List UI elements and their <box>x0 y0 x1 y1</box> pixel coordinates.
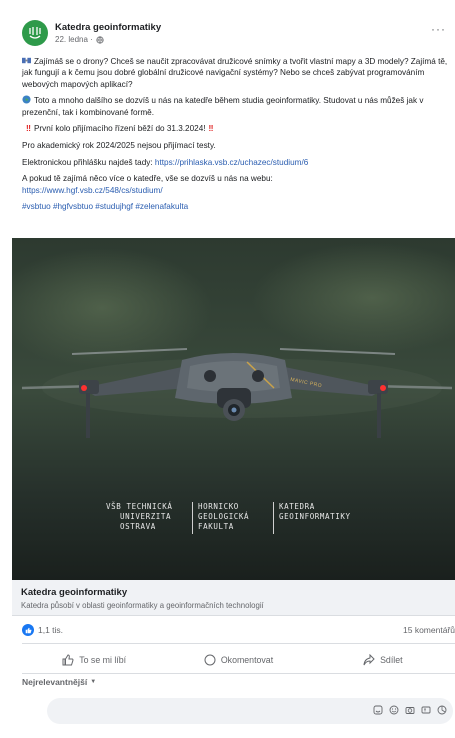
sort-label: Nejrelevantnější <box>22 677 88 687</box>
share-label: Sdílet <box>380 655 403 665</box>
more-options-button[interactable]: ··· <box>431 22 446 36</box>
page-name[interactable]: Katedra geoinformatiky <box>55 22 161 33</box>
comment-sort-dropdown[interactable]: Nejrelevantnější ▼ <box>22 677 96 687</box>
divider <box>22 673 455 674</box>
logo-col-faculty: HORNICKO GEOLOGICKÁ FAKULTA <box>198 502 250 531</box>
application-link[interactable]: https://prihlaska.vsb.cz/uchazec/studium… <box>155 158 308 167</box>
double-exclamation-icon: ‼ <box>208 124 214 134</box>
paragraph-deadline: ‼ První kolo přijímacího řízení běží do 3… <box>26 124 214 134</box>
comment-label: Okomentovat <box>220 655 274 665</box>
paragraph-application: Elektronickou přihlášku najdeš tady: htt… <box>22 157 309 167</box>
globe-icon <box>96 35 104 44</box>
share-button[interactable]: Sdílet <box>311 647 455 673</box>
post-photo[interactable]: VŠB TECHNICKÁ UNIVERZITA OSTRAVA HORNICK… <box>12 238 455 580</box>
page-avatar[interactable] <box>22 20 48 46</box>
paragraph-web: A pokud tě zajímá něco více o katedře, v… <box>22 174 273 195</box>
comment-icon <box>204 654 216 666</box>
share-icon <box>363 654 375 666</box>
faculty-logo-overlay: VŠB TECHNICKÁ UNIVERZITA OSTRAVA HORNICK… <box>106 502 356 538</box>
sticker-icon[interactable] <box>373 705 383 715</box>
comment-input-icons <box>373 705 447 715</box>
comment-button[interactable]: Okomentovat <box>166 647 310 673</box>
post-body: Zajímáš se o drony? Chceš se naučit zpra… <box>22 56 452 218</box>
post-header: Katedra geoinformatiky 22. ledna · ··· <box>22 20 452 54</box>
emoji-icon[interactable] <box>389 705 399 715</box>
comment-count[interactable]: 15 komentářů <box>403 625 455 635</box>
gif-icon[interactable] <box>421 705 431 715</box>
faculty-logo-icon <box>29 27 41 39</box>
thumbs-up-icon <box>62 654 74 666</box>
logo-col-department: KATEDRA GEOINFORMATIKY <box>279 502 351 521</box>
web-link[interactable]: https://www.hgf.vsb.cz/548/cs/studium/ <box>22 186 163 195</box>
satellite-emoji-icon <box>22 57 31 64</box>
avatar-sticker-icon[interactable] <box>437 705 447 715</box>
post-date[interactable]: 22. ledna · <box>55 35 93 44</box>
post-stats: 1,1 tis. 15 komentářů <box>22 624 455 638</box>
link-preview-title: Katedra geoinformatiky <box>21 587 128 598</box>
like-button[interactable]: To se mi líbí <box>22 647 166 673</box>
paragraph-drones: Zajímáš se o drony? Chceš se naučit zpra… <box>22 57 448 89</box>
action-bar: To se mi líbí Okomentovat Sdílet <box>22 647 455 673</box>
double-exclamation-icon: ‼ <box>26 124 31 134</box>
post-card: Katedra geoinformatiky 22. ledna · ··· Z… <box>0 0 455 738</box>
camera-icon[interactable] <box>405 705 415 715</box>
globe-emoji-icon <box>22 95 31 104</box>
like-label: To se mi líbí <box>79 655 127 665</box>
paragraph-no-tests: Pro akademický rok 2024/2025 nejsou přij… <box>22 140 216 150</box>
thumbs-up-icon <box>25 627 31 633</box>
logo-divider <box>192 502 193 534</box>
logo-divider <box>273 502 274 534</box>
divider <box>22 643 455 644</box>
logo-col-university: VŠB TECHNICKÁ UNIVERZITA OSTRAVA <box>106 502 173 531</box>
paragraph-study: Toto a mnoho dalšího se dozvíš u nás na … <box>22 95 424 117</box>
caret-down-icon: ▼ <box>90 679 97 685</box>
like-reaction-icon[interactable] <box>22 624 34 636</box>
link-preview-description: Katedra působí v oblasti geoinformatiky … <box>21 601 264 610</box>
comment-input[interactable] <box>47 698 453 724</box>
reaction-count[interactable]: 1,1 tis. <box>38 625 63 635</box>
post-meta: 22. ledna · <box>55 35 104 44</box>
hashtags[interactable]: #vsbtuo #hgfvsbtuo #studujhgf #zelenafak… <box>22 201 452 212</box>
link-preview[interactable]: Katedra geoinformatiky Katedra působí v … <box>12 580 455 616</box>
